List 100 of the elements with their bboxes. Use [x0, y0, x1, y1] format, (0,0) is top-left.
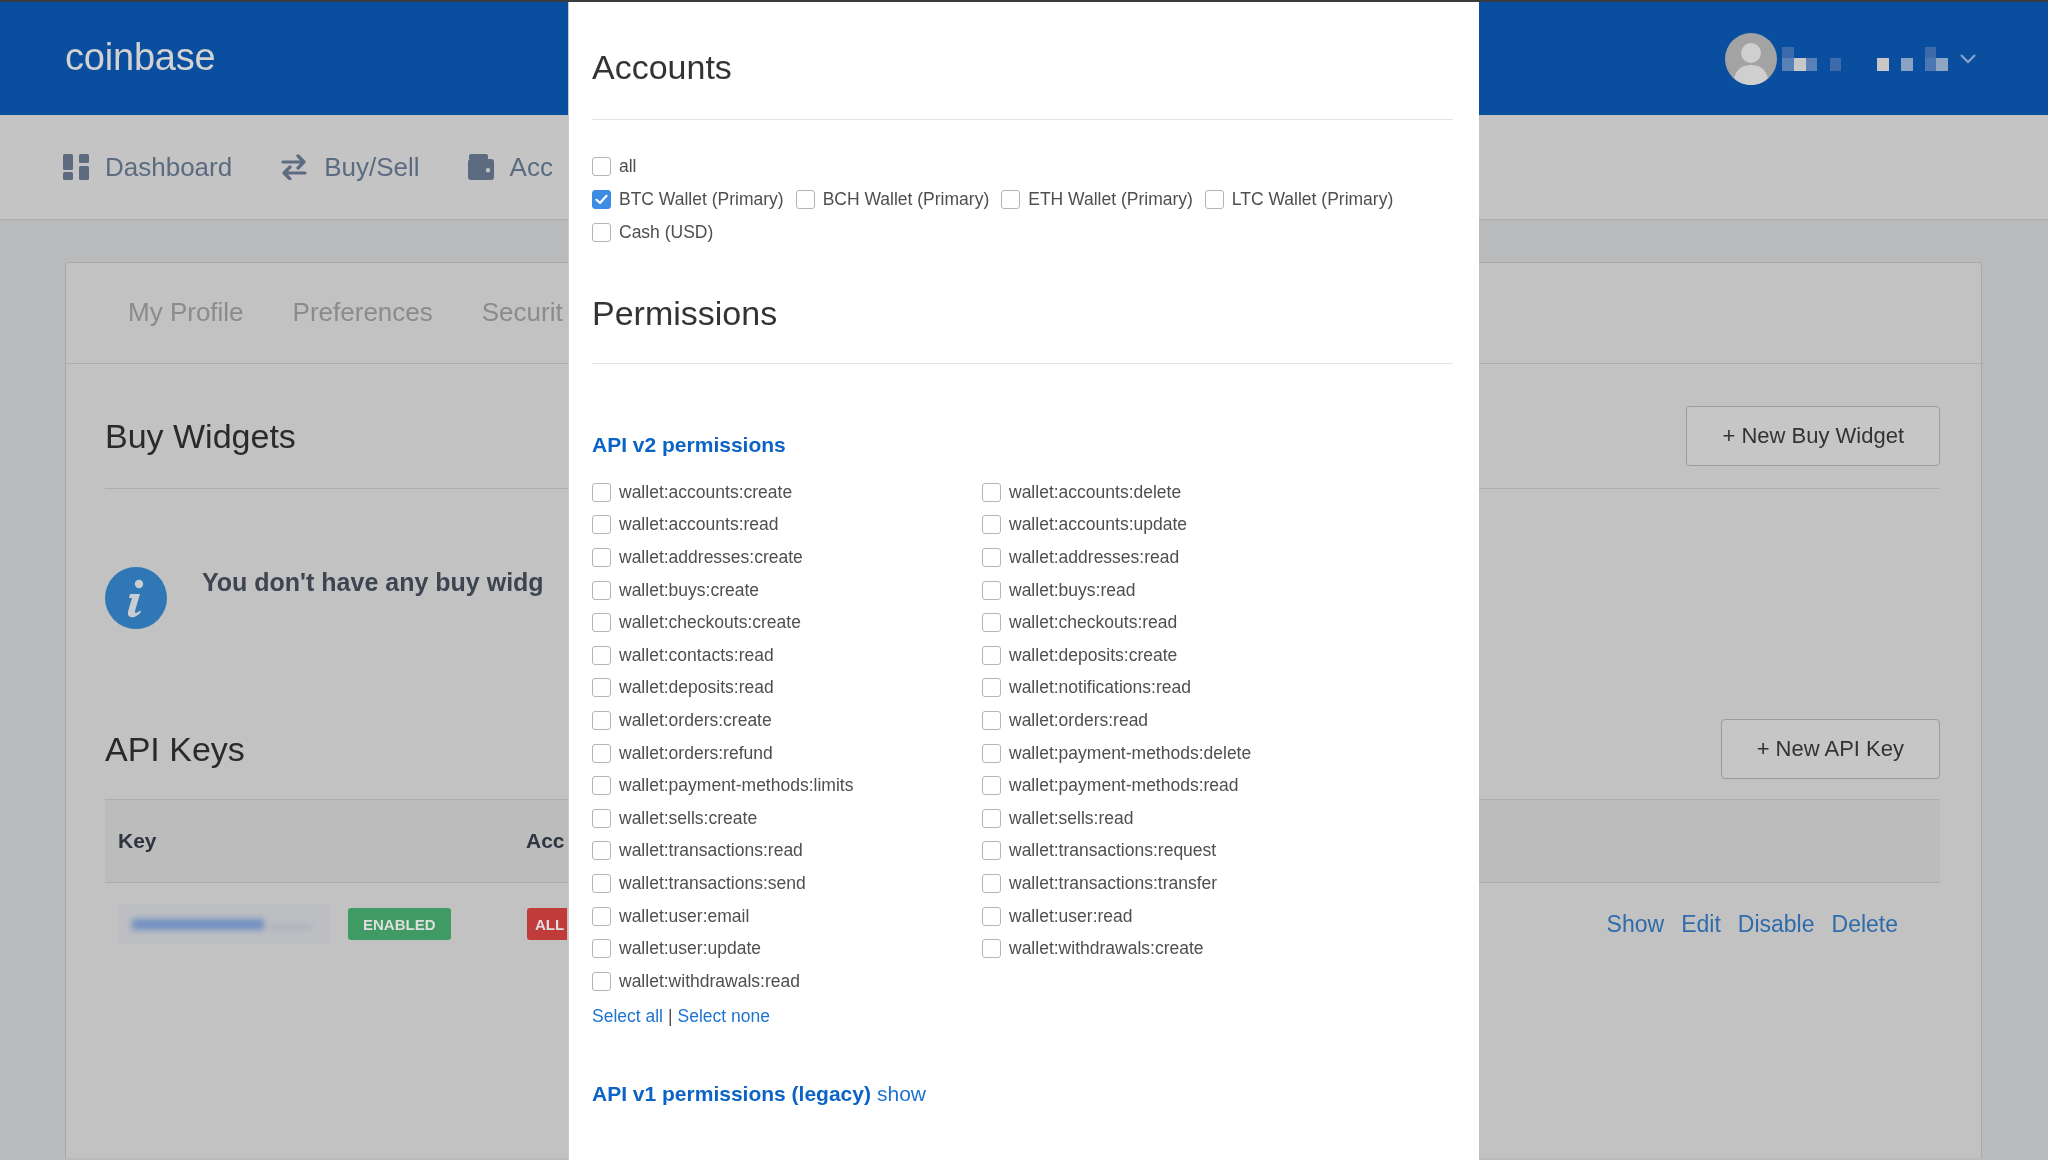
checkbox-label: wallet:deposits:create — [1009, 644, 1178, 666]
checkbox[interactable] — [982, 548, 1001, 567]
checkbox-label: wallet:checkouts:create — [619, 612, 801, 634]
checkbox[interactable] — [982, 808, 1001, 828]
checkbox-label: LTC Wallet (Primary) — [1231, 189, 1394, 210]
select-none-link[interactable]: Select none — [677, 1002, 770, 1029]
nav-link[interactable]: Acc — [467, 151, 553, 183]
checkbox[interactable] — [592, 971, 611, 991]
checkbox-label: wallet:orders:refund — [619, 742, 773, 764]
checkbox[interactable] — [982, 613, 1001, 633]
checkbox-label: wallet:withdrawals:create — [1009, 938, 1204, 960]
empty-message: You don't have any buy widg — [202, 567, 544, 597]
nav-link[interactable]: Buy/Sell — [280, 151, 420, 183]
checkbox[interactable] — [592, 190, 611, 209]
checkbox-label: wallet:user:email — [619, 905, 750, 927]
checkbox-label: wallet:contacts:read — [619, 644, 774, 666]
checkbox[interactable] — [592, 776, 611, 796]
checkbox-label: wallet:buys:read — [1009, 579, 1136, 601]
link-separator: | — [668, 1004, 673, 1028]
new-buy-widget-button[interactable]: + New Buy Widget — [1686, 406, 1940, 466]
status-badge: ENABLED — [348, 908, 451, 940]
checkbox-label: wallet:accounts:create — [619, 481, 793, 503]
checkbox-label: wallet:addresses:read — [1009, 547, 1180, 568]
checkbox[interactable] — [592, 515, 611, 535]
checkbox-label: wallet:addresses:create — [619, 547, 803, 568]
avatar-icon — [1725, 32, 1777, 85]
checkbox[interactable] — [982, 710, 1001, 730]
info-icon — [105, 567, 167, 629]
checkbox-label: wallet:transactions:request — [1009, 840, 1217, 862]
checkbox[interactable] — [592, 548, 611, 567]
checkbox[interactable] — [592, 157, 611, 176]
swap-arrows-icon — [280, 154, 309, 180]
checkbox[interactable] — [592, 873, 611, 893]
checkbox-label: wallet:user:update — [619, 938, 762, 960]
checkbox[interactable] — [592, 743, 611, 763]
checkbox[interactable] — [982, 678, 1001, 698]
checkbox-label: wallet:user:read — [1009, 905, 1133, 927]
checkbox[interactable] — [592, 223, 611, 242]
checkbox-label: wallet:orders:create — [619, 709, 772, 731]
checkbox-label: BCH Wallet (Primary) — [822, 189, 990, 210]
checkbox[interactable] — [592, 808, 611, 828]
checkbox-label: wallet:payment-methods:delete — [1009, 742, 1252, 764]
checkbox-label: wallet:transactions:transfer — [1009, 872, 1218, 894]
wallet-icon — [467, 154, 494, 180]
checkbox[interactable] — [982, 906, 1001, 926]
section-heading: API v1 permissions (legacy) — [592, 1080, 871, 1107]
checkbox[interactable] — [592, 580, 611, 600]
checkbox[interactable] — [592, 678, 611, 698]
action-link[interactable]: Edit — [1681, 910, 1721, 938]
grid-icon — [63, 154, 89, 180]
checkbox-label: wallet:buys:create — [619, 579, 760, 601]
checkbox-label: ETH Wallet (Primary) — [1028, 189, 1193, 210]
checkbox-label: all — [619, 156, 637, 177]
checkbox-label: wallet:accounts:delete — [1009, 481, 1182, 503]
checkbox-label: wallet:accounts:update — [1009, 514, 1188, 536]
checkbox[interactable] — [982, 743, 1001, 763]
section-title: Accounts — [592, 47, 733, 87]
checkbox-label: wallet:sells:create — [619, 807, 758, 829]
select-all-link[interactable]: Select all — [592, 1002, 663, 1029]
section-title: Permissions — [592, 293, 779, 333]
section-heading: API v2 permissions — [592, 432, 787, 458]
checkbox-label: wallet:sells:read — [1009, 807, 1134, 829]
chevron-down-icon — [1960, 53, 1976, 64]
logo[interactable]: coinbase — [65, 34, 216, 79]
checkbox-label: wallet:checkouts:read — [1009, 612, 1178, 634]
checkbox[interactable] — [592, 482, 611, 502]
column-header: Acc — [526, 829, 565, 853]
checkbox-label: BTC Wallet (Primary) — [619, 189, 784, 210]
checkbox[interactable] — [592, 710, 611, 730]
checkbox[interactable] — [592, 645, 611, 665]
checkbox-label: Cash (USD) — [619, 222, 714, 243]
checkbox-label: wallet:payment-methods:limits — [619, 775, 854, 797]
checkbox[interactable] — [592, 939, 611, 959]
checkbox[interactable] — [982, 939, 1001, 959]
checkbox-label: wallet:accounts:read — [619, 514, 779, 536]
checkbox[interactable] — [982, 776, 1001, 796]
nav-link[interactable]: Dashboard — [63, 151, 233, 183]
checkbox[interactable] — [982, 515, 1001, 535]
checkbox[interactable] — [982, 645, 1001, 665]
checkbox[interactable] — [982, 873, 1001, 893]
checkbox-label: wallet:transactions:read — [619, 840, 803, 862]
checkbox-label: wallet:notifications:read — [1009, 677, 1191, 699]
action-link[interactable]: Delete — [1831, 910, 1898, 938]
checkbox[interactable] — [795, 190, 815, 209]
action-link[interactable]: Disable — [1737, 910, 1815, 938]
new-api-key-button[interactable]: + New API Key — [1720, 719, 1940, 779]
checkbox-label: wallet:orders:read — [1009, 709, 1149, 731]
checkbox[interactable] — [592, 613, 611, 633]
checkbox[interactable] — [1001, 190, 1021, 209]
checkbox-label: wallet:payment-methods:read — [1009, 775, 1239, 797]
checkbox[interactable] — [982, 841, 1001, 861]
action-link[interactable]: Show — [1606, 910, 1665, 938]
checkbox[interactable] — [982, 580, 1001, 600]
checkbox[interactable] — [592, 841, 611, 861]
checkbox[interactable] — [982, 482, 1001, 502]
show-link[interactable]: show — [876, 1081, 926, 1106]
section-title: API Keys — [105, 729, 245, 769]
checkbox[interactable] — [592, 906, 611, 926]
checkbox[interactable] — [1204, 190, 1224, 209]
checkbox-label: wallet:deposits:read — [619, 677, 774, 699]
